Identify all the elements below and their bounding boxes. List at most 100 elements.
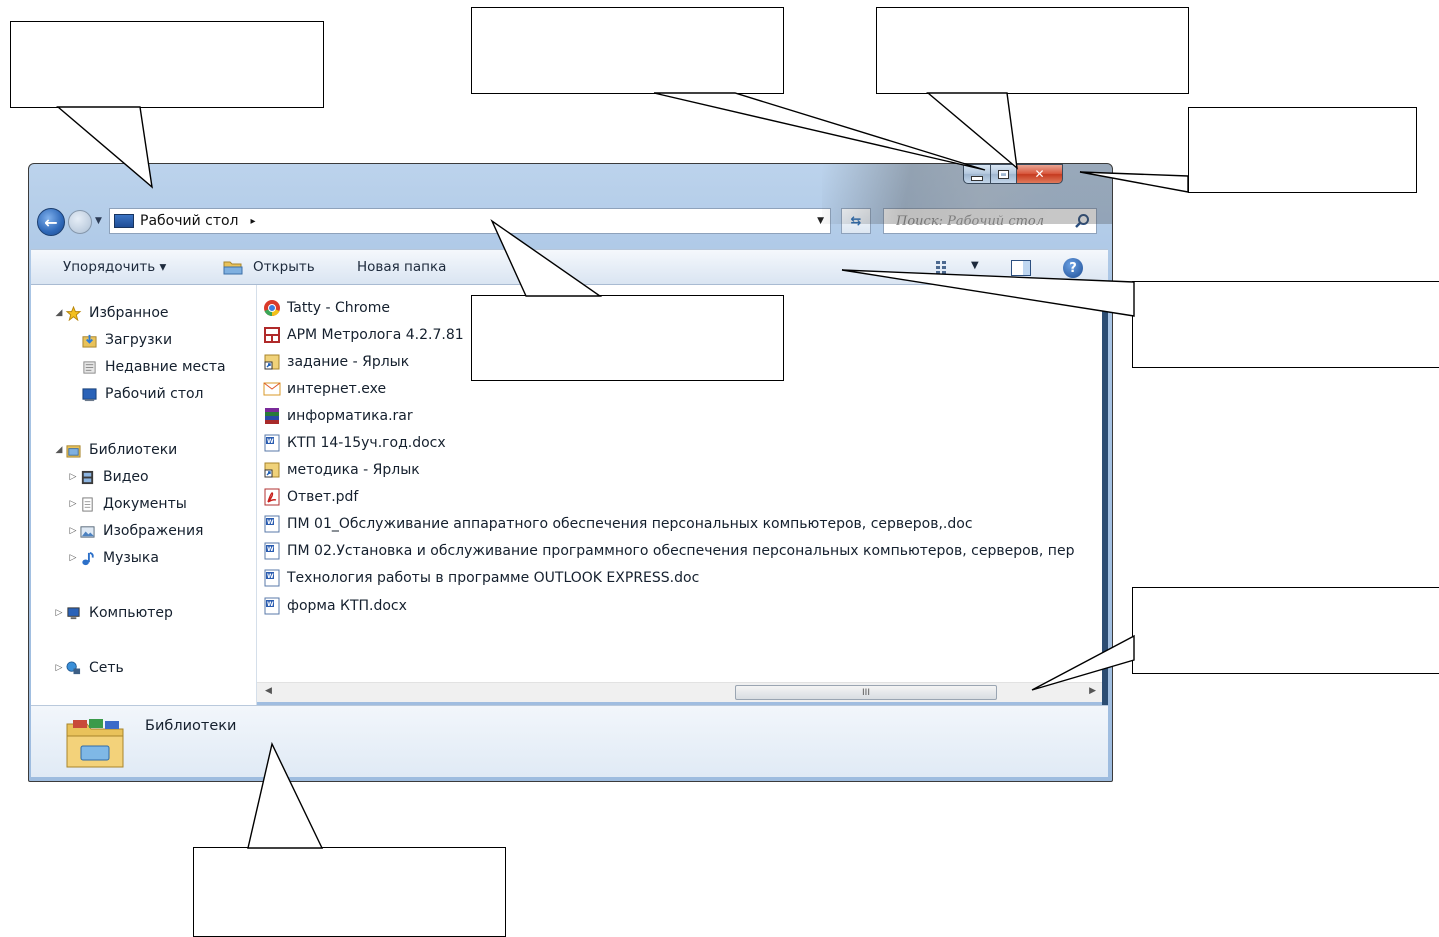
- list-item[interactable]: АРМ Метролога 4.2.7.81: [263, 324, 464, 346]
- svg-text:W: W: [267, 601, 274, 608]
- desktop-icon: [82, 387, 97, 401]
- nav-recent-places[interactable]: Недавние места: [81, 356, 226, 378]
- minimize-button[interactable]: [963, 164, 991, 184]
- file-name: форма КТП.docx: [287, 598, 407, 614]
- nav-label: Недавние места: [105, 359, 226, 375]
- nav-downloads[interactable]: Загрузки: [81, 329, 172, 351]
- file-name: информатика.rar: [287, 408, 413, 424]
- address-bar[interactable]: Рабочий стол ▸ ▼: [109, 208, 831, 234]
- horizontal-scrollbar[interactable]: ◀ III ▶: [257, 682, 1108, 702]
- nav-documents[interactable]: ▷ Документы: [67, 493, 187, 515]
- expand-arrow-icon[interactable]: ▷: [67, 553, 79, 563]
- expand-arrow-icon[interactable]: ▷: [67, 499, 79, 509]
- callout-box-minimize: [471, 7, 784, 94]
- list-item[interactable]: W КТП 14-15уч.год.docx: [263, 432, 446, 454]
- svg-text:W: W: [267, 546, 274, 553]
- list-item[interactable]: Tatty - Chrome: [263, 297, 390, 319]
- word-doc-icon: W: [264, 515, 280, 533]
- list-item[interactable]: задание - Ярлык: [263, 351, 409, 373]
- open-button[interactable]: Открыть: [253, 259, 315, 275]
- view-dropdown-icon[interactable]: ▼: [971, 260, 979, 271]
- list-item[interactable]: W ПМ 01_Обслуживание аппаратного обеспеч…: [263, 513, 973, 535]
- nav-desktop[interactable]: Рабочий стол: [43, 382, 259, 408]
- expand-arrow-icon[interactable]: ▷: [53, 663, 65, 673]
- word-doc-icon: W: [264, 597, 280, 615]
- pointer-minimize: [653, 92, 986, 171]
- refresh-button[interactable]: ⇆: [841, 208, 871, 234]
- list-item[interactable]: W форма КТП.docx: [263, 595, 407, 617]
- close-icon: ✕: [1034, 167, 1045, 181]
- nav-favorites[interactable]: ◢ Избранное: [53, 302, 169, 324]
- callout-box-address: [471, 295, 784, 381]
- scrollbar-grip: III: [862, 687, 870, 698]
- expand-arrow-icon[interactable]: ▷: [53, 608, 65, 618]
- expand-arrow-icon[interactable]: ▷: [67, 472, 79, 482]
- maximize-button[interactable]: [991, 164, 1017, 184]
- svg-text:W: W: [267, 519, 274, 526]
- exe-icon: [263, 382, 281, 396]
- file-name: Ответ.pdf: [287, 489, 359, 505]
- file-name: Технология работы в программе OUTLOOK EX…: [287, 570, 700, 586]
- forward-button[interactable]: [68, 210, 92, 234]
- nav-label: Библиотеки: [89, 442, 178, 458]
- collapse-arrow-icon[interactable]: ◢: [53, 308, 65, 318]
- help-icon[interactable]: ?: [1063, 258, 1083, 278]
- callout-box-close: [1188, 107, 1417, 193]
- scroll-left-icon[interactable]: ◀: [265, 686, 272, 696]
- window-edge: [1102, 285, 1108, 705]
- shortcut-icon: [264, 462, 280, 478]
- rar-archive-icon: [265, 408, 279, 424]
- pdf-icon: [264, 488, 280, 506]
- nav-pictures[interactable]: ▷ Изображения: [67, 520, 204, 542]
- preview-pane-icon[interactable]: [1011, 260, 1031, 276]
- nav-label: Музыка: [103, 550, 159, 566]
- search-icon[interactable]: [1074, 213, 1090, 229]
- nav-label: Видео: [103, 469, 149, 485]
- nav-music[interactable]: ▷ Музыка: [67, 547, 159, 569]
- callout-box-details: [193, 847, 506, 937]
- scrollbar-thumb[interactable]: III: [735, 685, 997, 700]
- search-box[interactable]: [883, 208, 1097, 234]
- list-item[interactable]: Ответ.pdf: [263, 486, 358, 508]
- organize-button[interactable]: Упорядочить ▾: [63, 259, 166, 275]
- arrow-left-icon: ←: [44, 212, 58, 232]
- address-chevron-icon[interactable]: ▸: [251, 216, 256, 227]
- libraries-icon: [66, 444, 81, 458]
- close-button[interactable]: ✕: [1017, 164, 1063, 184]
- nav-label: Загрузки: [105, 332, 173, 348]
- navigation-pane: ◢ Избранное Загрузки Недавние места Рабо…: [31, 285, 259, 705]
- list-item[interactable]: W Технология работы в программе OUTLOOK …: [263, 567, 699, 589]
- new-folder-button[interactable]: Новая папка: [357, 259, 446, 275]
- maximize-icon: [998, 169, 1009, 179]
- file-name: АРМ Метролога 4.2.7.81: [287, 327, 464, 343]
- collapse-arrow-icon[interactable]: ◢: [53, 445, 65, 455]
- scroll-right-icon[interactable]: ▶: [1089, 686, 1096, 696]
- caption-buttons: ✕: [963, 164, 1063, 186]
- nav-libraries[interactable]: ◢ Библиотеки: [53, 439, 178, 461]
- search-input[interactable]: [894, 212, 1074, 230]
- list-item[interactable]: методика - Ярлык: [263, 459, 420, 481]
- arm-app-icon: [264, 327, 280, 343]
- nav-video[interactable]: ▷ Видео: [67, 466, 149, 488]
- list-item[interactable]: интернет.exe: [263, 378, 386, 400]
- expand-arrow-icon[interactable]: ▷: [67, 526, 79, 536]
- back-button[interactable]: ←: [37, 208, 65, 236]
- list-item[interactable]: информатика.rar: [263, 405, 413, 427]
- explorer-window: ✕ ← ▼ Рабочий стол ▸ ▼ ⇆ Упорядочить ▾ О…: [28, 163, 1113, 782]
- refresh-icon: ⇆: [850, 213, 862, 229]
- svg-text:W: W: [267, 573, 274, 580]
- details-pane: Библиотеки: [31, 705, 1108, 777]
- recent-pages-dropdown[interactable]: ▼: [95, 216, 102, 226]
- address-location[interactable]: Рабочий стол: [140, 213, 239, 229]
- nav-network[interactable]: ▷ Сеть: [53, 657, 124, 679]
- address-dropdown-icon[interactable]: ▼: [817, 216, 824, 226]
- view-options-icon[interactable]: [935, 260, 955, 276]
- nav-computer[interactable]: ▷ Компьютер: [53, 602, 173, 624]
- list-item[interactable]: W ПМ 02.Установка и обслуживание програм…: [263, 540, 1074, 562]
- callout-box-title: [10, 21, 324, 108]
- nav-label: Сеть: [89, 660, 124, 676]
- callout-box-maximize: [876, 7, 1189, 94]
- libraries-icon: [66, 719, 124, 768]
- file-name: интернет.exe: [287, 381, 387, 397]
- command-bar: Упорядочить ▾ Открыть Новая папка ▼ ?: [31, 249, 1108, 285]
